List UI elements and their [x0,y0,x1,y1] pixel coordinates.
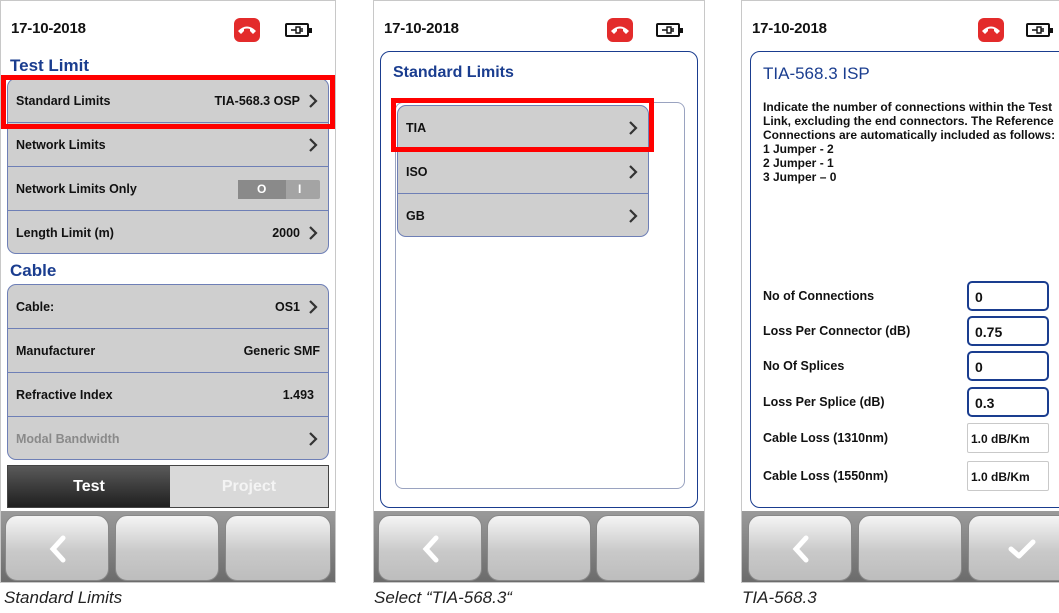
back-softkey[interactable] [5,515,109,581]
date-label: 17-10-2018 [752,20,827,37]
loss-per-splice-field[interactable]: 0.3 [967,387,1049,417]
row-manufacturer: Manufacturer Generic SMF [8,329,328,373]
row-network-limits[interactable]: Network Limits [8,123,328,167]
row-value: 2000 [272,226,300,240]
list-item-iso[interactable]: ISO [398,150,648,194]
tia-settings-panel: TIA-568.3 ISP Indicate the number of con… [750,51,1059,508]
softkey-3[interactable] [225,515,331,581]
status-bar: 17-10-2018 [742,1,1059,53]
highlight-tia [391,98,654,152]
softkey-bar [374,511,704,582]
caption: TIA-568.3 [742,588,817,607]
field-label: Cable Loss (1550nm) [763,469,889,483]
screen-standard-limits: 17-10-2018 Standard Limits TIA ISO GB [373,0,705,583]
jumper-rule: 2 Jumper - 1 [763,156,834,170]
back-softkey[interactable] [378,515,482,581]
cable-loss-1550-value: 1.0 dB/Km [967,461,1049,491]
phone-hangup-icon[interactable] [234,18,260,42]
back-softkey[interactable] [748,515,852,581]
field-label: Loss Per Connector (dB) [763,324,911,338]
row-value: Generic SMF [243,344,320,358]
panel-title: Standard Limits [393,64,514,81]
screen-test-setup: 17-10-2018 Test Limit Standard Limits TI… [0,0,336,583]
status-bar: 17-10-2018 [374,1,704,53]
softkey-2[interactable] [487,515,591,581]
softkey-bar [1,511,335,582]
row-label: Length Limit (m) [16,226,114,240]
battery-plug-icon [285,23,312,37]
caption: Standard Limits [4,588,123,607]
back-arrow-icon [422,535,439,563]
date-label: 17-10-2018 [11,20,86,37]
panel-title: TIA-568.3 ISP [763,64,870,83]
no-of-splices-field[interactable]: 0 [967,351,1049,381]
list-item-gb[interactable]: GB [398,194,648,236]
no-of-connections-field[interactable]: 0 [967,281,1049,311]
description: Indicate the number of connections withi… [763,100,1056,142]
highlight-standard-limits [1,75,335,129]
list-item-label: GB [406,209,425,223]
phone-hangup-icon[interactable] [978,18,1004,42]
screen-tia-568-3: 17-10-2018 TIA-568.3 ISP Indicate the nu… [741,0,1059,583]
field-label: Loss Per Splice (dB) [763,395,885,409]
toggle-off-label: I [298,182,302,196]
tab-test[interactable]: Test [8,466,170,507]
back-arrow-icon [792,535,809,563]
list-item-label: ISO [406,165,428,179]
softkey-3[interactable] [596,515,700,581]
battery-plug-icon [656,23,683,37]
cable-group: Cable: OS1 Manufacturer Generic SMF Refr… [7,284,329,460]
mode-tabs: Test Project [7,465,329,508]
checkmark-icon [1008,539,1036,559]
chevron-right-icon [309,138,318,152]
row-label: Network Limits Only [16,182,137,196]
toggle-on-label: O [257,182,267,196]
caption: Select “TIA-568.3“ [374,588,512,607]
field-label: No of Connections [763,289,875,303]
row-network-limits-only: Network Limits Only O I [8,167,328,211]
jumper-rule: 3 Jumper – 0 [763,170,837,184]
row-value: 1.493 [282,388,314,402]
row-label: Cable: [16,300,55,314]
cable-heading: Cable [10,261,57,280]
softkey-2[interactable] [115,515,219,581]
test-limit-heading: Test Limit [10,56,90,75]
softkey-bar [742,511,1059,582]
row-label: Modal Bandwidth [16,432,120,446]
row-label: Network Limits [16,138,106,152]
status-bar: 17-10-2018 [1,1,335,53]
chevron-right-icon [309,226,318,240]
field-label: Cable Loss (1310nm) [763,431,889,445]
row-label: Manufacturer [16,344,96,358]
back-arrow-icon [49,535,66,563]
row-label: Refractive Index [16,388,113,402]
network-limits-only-toggle[interactable]: O I [238,180,320,199]
phone-hangup-icon[interactable] [607,18,633,42]
chevron-right-icon [629,209,638,223]
chevron-right-icon [309,432,318,446]
row-length-limit[interactable]: Length Limit (m) 2000 [8,211,328,253]
confirm-softkey[interactable] [968,515,1059,581]
battery-plug-icon [1026,23,1053,37]
row-modal-bandwidth[interactable]: Modal Bandwidth [8,417,328,459]
softkey-2[interactable] [858,515,962,581]
date-label: 17-10-2018 [384,20,459,37]
field-label: No Of Splices [763,359,845,373]
row-cable[interactable]: Cable: OS1 [8,285,328,329]
chevron-right-icon [629,165,638,179]
chevron-right-icon [309,300,318,314]
row-value: OS1 [274,300,300,314]
instructions-text: Indicate the number of connections withi… [763,100,1059,184]
tab-project[interactable]: Project [170,466,328,507]
cable-loss-1310-value: 1.0 dB/Km [967,423,1049,453]
loss-per-connector-field[interactable]: 0.75 [967,316,1049,346]
row-refractive-index: Refractive Index 1.493 [8,373,328,417]
jumper-rule: 1 Jumper - 2 [763,142,834,156]
